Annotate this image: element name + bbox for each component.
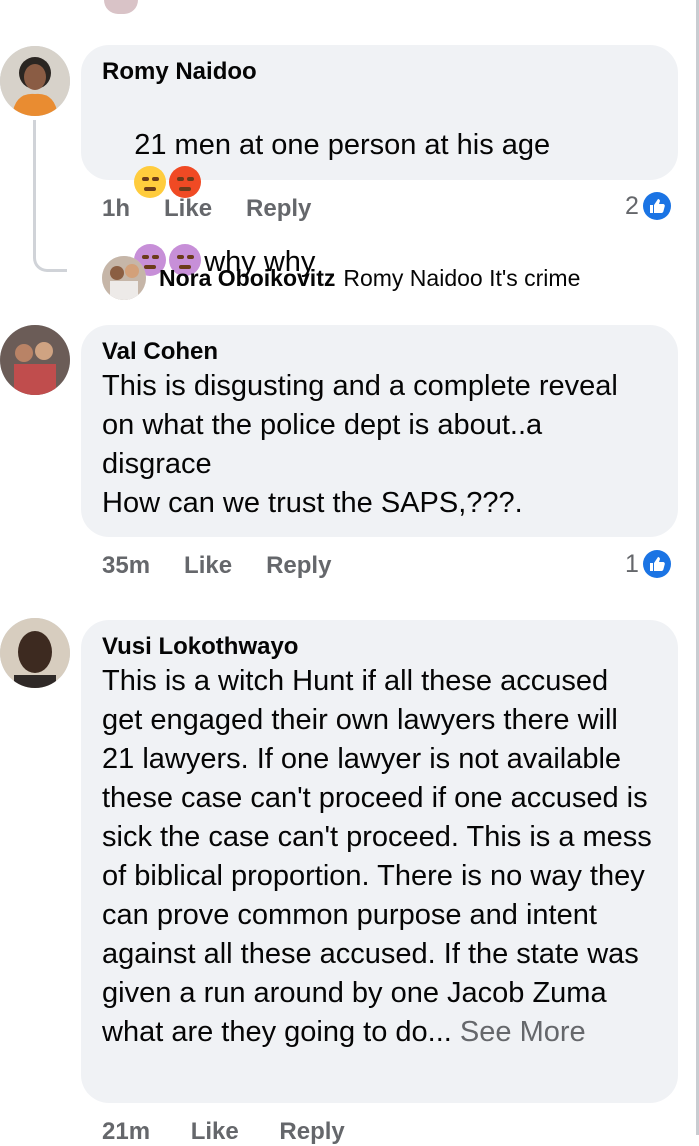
reaction-count[interactable]: 1 [625,549,671,579]
comment-text-body: This is a witch Hunt if all these accuse… [102,665,660,1048]
avatar-photo [0,618,70,688]
comment-actions: 35m Like Reply [102,551,365,581]
reaction-count[interactable]: 2 [625,191,671,221]
like-button[interactable]: Like [184,551,232,581]
comment-bubble-vusi-lokothwayo: Vusi Lokothwayo This is a witch Hunt if … [81,620,678,1103]
comment-author[interactable]: Val Cohen [102,337,656,367]
reply-text: Romy Naidoo It's crime [343,264,581,291]
avatar-val-cohen[interactable] [0,325,70,395]
avatar-photo [0,46,70,116]
comment-text-line-1: 21 men at one person at his age [134,129,551,161]
comment-time[interactable]: 21m [102,1118,150,1145]
reply-author[interactable]: Nora Oboikovitz [159,265,335,292]
like-button[interactable]: Like [164,194,212,224]
reply-nora-oboikovitz: Nora Oboikovitz Romy Naidoo It's crime [102,256,580,300]
avatar-nora-oboikovitz[interactable] [102,256,146,300]
comment-time[interactable]: 35m [102,551,150,581]
comment-bubble-val-cohen: Val Cohen This is disgusting and a compl… [81,325,678,537]
comment-author[interactable]: Vusi Lokothwayo [102,632,656,662]
comment-time[interactable]: 1h [102,194,130,224]
comment-actions: 21m Like Reply [102,1118,379,1146]
like-thumb-icon [642,192,671,220]
see-more-link[interactable]: See More [460,1016,586,1048]
reaction-number: 1 [625,550,639,578]
reaction-number: 2 [625,192,639,220]
comment-actions: 1h Like Reply [102,194,345,224]
like-thumb-icon [642,550,671,578]
avatar-vusi-lokothwayo[interactable] [0,618,70,688]
avatar-fragment [104,0,138,14]
comment-text: This is a witch Hunt if all these accuse… [102,662,656,1052]
comment-text: This is disgusting and a complete reveal… [102,370,618,519]
avatar-photo [0,325,70,395]
comment-bubble-romy-naidoo: Romy Naidoo 21 men at one person at his … [81,45,678,278]
reply-button[interactable]: Reply [246,194,311,224]
thread-line [33,120,67,272]
avatar-romy-naidoo[interactable] [0,46,70,116]
comment-author[interactable]: Romy Naidoo [102,57,656,87]
reply-button[interactable]: Reply [279,1118,344,1145]
avatar-photo [102,256,146,300]
reply-button[interactable]: Reply [266,551,331,581]
like-button[interactable]: Like [191,1118,239,1145]
